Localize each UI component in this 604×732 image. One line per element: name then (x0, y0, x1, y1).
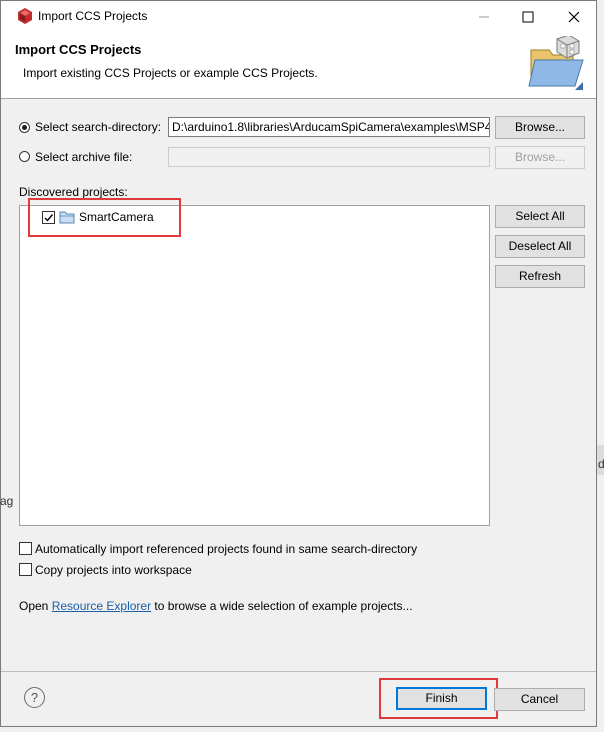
browse-directory-button[interactable]: Browse... (495, 116, 585, 139)
import-folder-icon (528, 36, 584, 90)
maximize-button[interactable] (505, 1, 551, 32)
resource-explorer-info: Open Resource Explorer to browse a wide … (19, 599, 413, 613)
header-description: Import existing CCS Projects or example … (23, 66, 318, 80)
copy-projects-label: Copy projects into workspace (35, 563, 192, 577)
auto-import-label: Automatically import referenced projects… (35, 542, 418, 556)
search-directory-label: Select search-directory: (35, 120, 162, 134)
import-dialog: Import CCS Projects Import CCS Projects … (0, 0, 597, 727)
archive-file-radio[interactable] (19, 151, 30, 162)
archive-file-field[interactable] (168, 147, 490, 167)
archive-file-label: Select archive file: (35, 150, 133, 164)
footer-separator (1, 671, 596, 672)
close-icon (568, 11, 580, 23)
info-suffix: to browse a wide selection of example pr… (154, 599, 413, 613)
header-title: Import CCS Projects (15, 42, 142, 57)
minimize-button[interactable] (461, 1, 507, 32)
info-prefix: Open (19, 599, 49, 613)
browse-archive-button[interactable]: Browse... (495, 146, 585, 169)
maximize-icon (522, 11, 534, 23)
minimize-icon (479, 16, 489, 18)
refresh-button[interactable]: Refresh (495, 265, 585, 288)
search-directory-field[interactable]: D:\arduino1.8\libraries\ArducamSpiCamera… (168, 117, 490, 137)
window-title: Import CCS Projects (38, 9, 148, 23)
search-directory-radio[interactable] (19, 122, 30, 133)
background-window-text-right: d (598, 457, 604, 471)
close-button[interactable] (551, 1, 597, 32)
resource-explorer-link[interactable]: Resource Explorer (52, 599, 151, 613)
highlight-finish (379, 678, 498, 719)
deselect-all-button[interactable]: Deselect All (495, 235, 585, 258)
ccs-app-icon (18, 8, 32, 24)
title-bar: Import CCS Projects (1, 1, 596, 32)
wizard-header: Import CCS Projects Import existing CCS … (1, 32, 596, 99)
projects-list: SmartCamera (19, 205, 490, 526)
auto-import-checkbox[interactable] (19, 542, 32, 555)
background-window-text-left: ag (0, 494, 14, 508)
highlight-project (28, 198, 181, 237)
cancel-button[interactable]: Cancel (494, 688, 585, 711)
copy-projects-checkbox[interactable] (19, 563, 32, 576)
help-icon[interactable]: ? (24, 687, 45, 708)
select-all-button[interactable]: Select All (495, 205, 585, 228)
discovered-projects-label: Discovered projects: (19, 185, 128, 199)
